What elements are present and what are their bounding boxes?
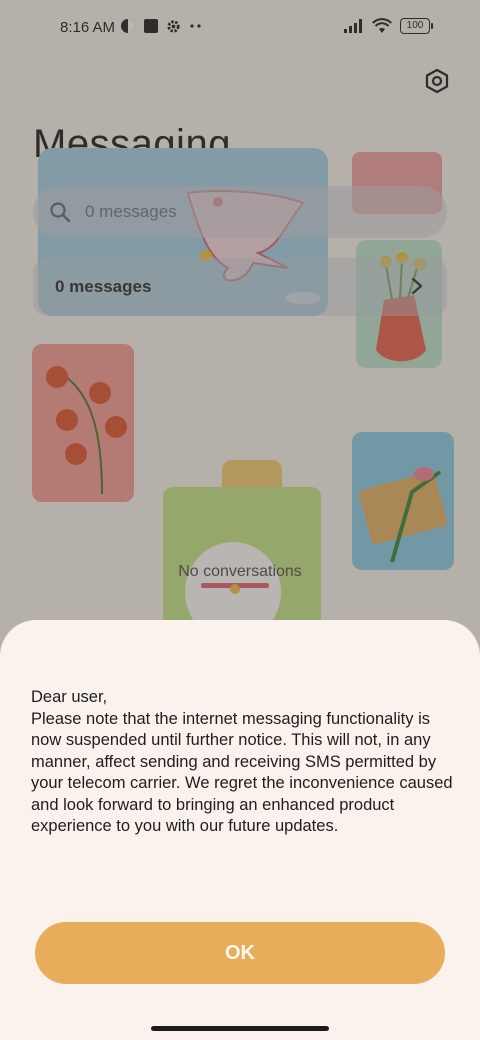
messaging-screen: 8:16 AM 100 Messaging 0 messages 0 messa… [0,0,480,1040]
notice-message: Dear user, Please note that the internet… [31,688,453,835]
notice-bottom-sheet: Dear user, Please note that the internet… [0,620,480,1040]
ok-button[interactable]: OK [35,922,445,984]
home-indicator[interactable] [151,1026,329,1031]
ok-button-label: OK [225,941,255,964]
